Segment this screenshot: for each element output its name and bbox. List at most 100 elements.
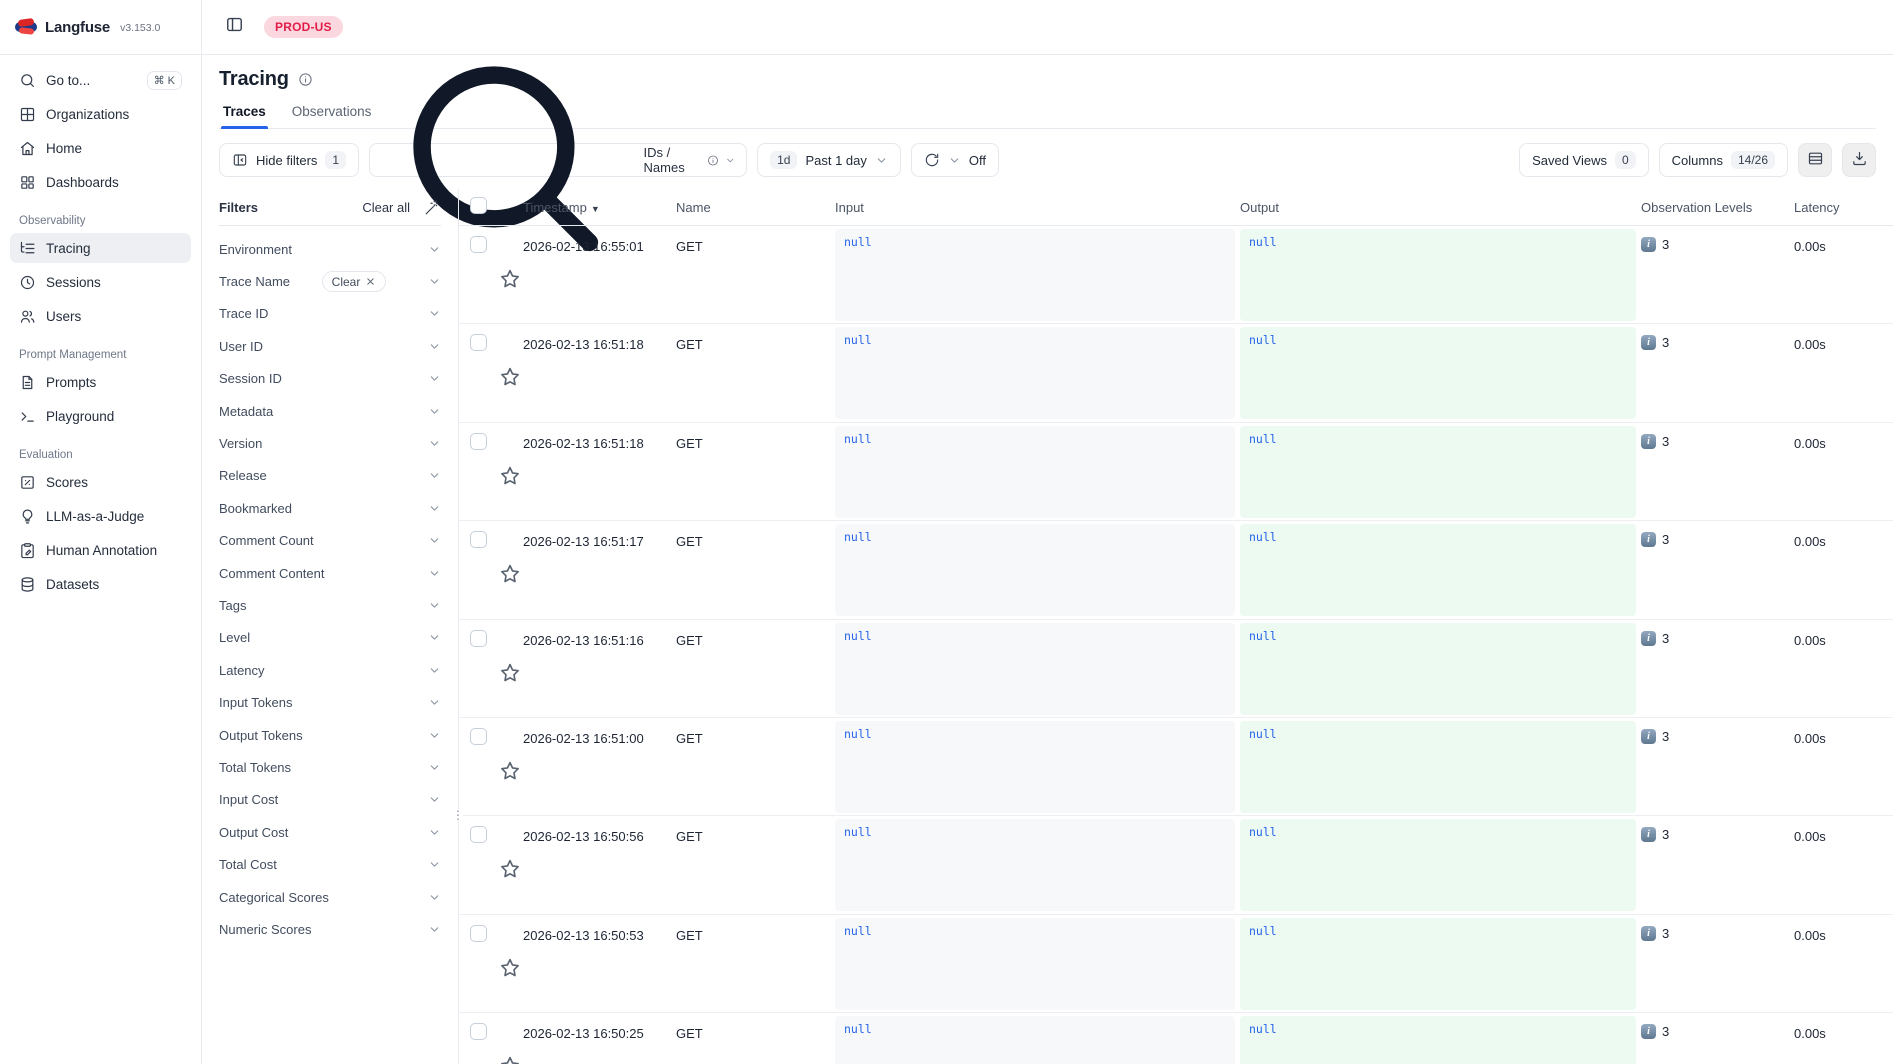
column-header-latency[interactable]: Latency	[1794, 200, 1893, 215]
sidebar-item-datasets[interactable]: Datasets	[10, 569, 191, 599]
cell-output[interactable]: null	[1240, 1016, 1636, 1064]
cell-input[interactable]: null	[835, 721, 1235, 813]
filter-item[interactable]: Metadata	[219, 395, 441, 427]
cell-output[interactable]: null	[1240, 229, 1636, 321]
time-range-button[interactable]: 1d Past 1 day	[757, 143, 901, 177]
filter-clear-chip[interactable]: Clear	[322, 271, 387, 292]
row-checkbox[interactable]	[470, 433, 487, 450]
table-row[interactable]: 2026-02-13 16:51:00 GET null null i 3 0.…	[459, 718, 1893, 816]
hide-filters-button[interactable]: Hide filters 1	[219, 143, 359, 177]
filter-item[interactable]: Categorical Scores	[219, 881, 441, 913]
column-header-name[interactable]: Name	[676, 200, 835, 215]
cell-input[interactable]: null	[835, 327, 1235, 419]
panel-left-close-icon	[232, 152, 248, 168]
filter-item[interactable]: Total Tokens	[219, 751, 441, 783]
cell-output[interactable]: null	[1240, 819, 1636, 911]
sidebar-item-llm-as-a-judge[interactable]: LLM-as-a-Judge	[10, 501, 191, 531]
cell-input[interactable]: null	[835, 623, 1235, 715]
filter-item[interactable]: Numeric Scores	[219, 913, 441, 945]
wand-icon[interactable]	[424, 199, 441, 216]
sidebar-item-organizations[interactable]: Organizations	[10, 99, 191, 129]
row-height-button[interactable]	[1798, 143, 1832, 177]
row-checkbox[interactable]	[470, 1023, 487, 1040]
filter-item[interactable]: Total Cost	[219, 848, 441, 880]
saved-views-button[interactable]: Saved Views 0	[1519, 143, 1649, 177]
sidebar-item-human-annotation[interactable]: Human Annotation	[10, 535, 191, 565]
panel-resize-handle[interactable]: ⋮	[452, 809, 463, 821]
filter-item[interactable]: Bookmarked	[219, 492, 441, 524]
filter-item[interactable]: Level	[219, 622, 441, 654]
sidebar-item-prompts[interactable]: Prompts	[10, 367, 191, 397]
columns-button[interactable]: Columns 14/26	[1659, 143, 1788, 177]
column-header-timestamp[interactable]: Timestamp▼	[523, 200, 676, 215]
clock-icon	[19, 274, 36, 291]
row-checkbox[interactable]	[470, 728, 487, 745]
sidebar-item-home[interactable]: Home	[10, 133, 191, 163]
sidebar-item-label: Dashboards	[46, 175, 119, 190]
clear-all-filters-button[interactable]: Clear all	[362, 200, 410, 215]
cell-input[interactable]: null	[835, 524, 1235, 616]
sidebar-toggle-button[interactable]	[219, 12, 249, 42]
sidebar-item-dashboards[interactable]: Dashboards	[10, 167, 191, 197]
table-row[interactable]: 2026-02-13 16:51:18 GET null null i 3 0.…	[459, 324, 1893, 422]
environment-badge[interactable]: PROD-US	[264, 16, 343, 38]
table-row[interactable]: 2026-02-13 16:50:25 GET null null i 3 0.…	[459, 1013, 1893, 1064]
tab-traces[interactable]: Traces	[221, 104, 268, 128]
column-header-observation-levels[interactable]: Observation Levels	[1641, 200, 1794, 215]
sidebar-item-scores[interactable]: Scores	[10, 467, 191, 497]
cell-input[interactable]: null	[835, 819, 1235, 911]
sidebar-item-sessions[interactable]: Sessions	[10, 267, 191, 297]
table-row[interactable]: 2026-02-13 16:50:53 GET null null i 3 0.…	[459, 915, 1893, 1013]
cell-output[interactable]: null	[1240, 721, 1636, 813]
filter-item[interactable]: Output Tokens	[219, 719, 441, 751]
row-checkbox[interactable]	[470, 531, 487, 548]
cell-output[interactable]: null	[1240, 918, 1636, 1010]
table-row[interactable]: 2026-02-13 16:55:01 GET null null i 3 0.…	[459, 226, 1893, 324]
row-checkbox[interactable]	[470, 630, 487, 647]
filter-item[interactable]: Comment Content	[219, 557, 441, 589]
export-button[interactable]	[1842, 143, 1876, 177]
column-header-input[interactable]: Input	[835, 200, 1240, 215]
cell-output[interactable]: null	[1240, 623, 1636, 715]
filter-item[interactable]: Latency	[219, 654, 441, 686]
row-checkbox[interactable]	[470, 334, 487, 351]
filter-item[interactable]: Trace ID	[219, 298, 441, 330]
search-mode-selector[interactable]: IDs / Names	[644, 145, 736, 175]
filter-item[interactable]: Session ID	[219, 363, 441, 395]
table-row[interactable]: 2026-02-13 16:51:16 GET null null i 3 0.…	[459, 620, 1893, 718]
filter-item[interactable]: Trace Name Clear	[219, 265, 441, 297]
filter-item[interactable]: Input Cost	[219, 784, 441, 816]
saved-views-count: 0	[1615, 151, 1636, 169]
column-header-output[interactable]: Output	[1240, 200, 1641, 215]
cell-output[interactable]: null	[1240, 327, 1636, 419]
filter-item[interactable]: Version	[219, 427, 441, 459]
info-icon[interactable]	[298, 72, 313, 87]
filter-item[interactable]: Release	[219, 460, 441, 492]
sidebar-item-users[interactable]: Users	[10, 301, 191, 331]
cell-input[interactable]: null	[835, 426, 1235, 518]
cell-output[interactable]: null	[1240, 426, 1636, 518]
table-row[interactable]: 2026-02-13 16:51:18 GET null null i 3 0.…	[459, 423, 1893, 521]
row-checkbox[interactable]	[470, 236, 487, 253]
cell-output[interactable]: null	[1240, 524, 1636, 616]
tab-observations[interactable]: Observations	[290, 104, 374, 128]
refresh-button[interactable]: Off	[911, 143, 999, 177]
cell-input[interactable]: null	[835, 918, 1235, 1010]
cell-input[interactable]: null	[835, 229, 1235, 321]
cell-input[interactable]: null	[835, 1016, 1235, 1064]
select-all-checkbox[interactable]	[470, 197, 487, 214]
filter-item[interactable]: Output Cost	[219, 816, 441, 848]
cell-observation-levels: i 3	[1641, 1013, 1794, 1064]
filter-item[interactable]: Comment Count	[219, 525, 441, 557]
row-checkbox[interactable]	[470, 826, 487, 843]
filter-item[interactable]: Input Tokens	[219, 686, 441, 718]
sidebar-item-playground[interactable]: Playground	[10, 401, 191, 431]
sidebar-item-tracing[interactable]: Tracing	[10, 233, 191, 263]
table-row[interactable]: 2026-02-13 16:50:56 GET null null i 3 0.…	[459, 816, 1893, 914]
table-row[interactable]: 2026-02-13 16:51:17 GET null null i 3 0.…	[459, 521, 1893, 619]
filter-item[interactable]: Environment	[219, 233, 441, 265]
goto-search[interactable]: Go to... ⌘ K	[10, 65, 191, 95]
row-checkbox[interactable]	[470, 925, 487, 942]
filter-item[interactable]: Tags	[219, 589, 441, 621]
filter-item[interactable]: User ID	[219, 330, 441, 362]
